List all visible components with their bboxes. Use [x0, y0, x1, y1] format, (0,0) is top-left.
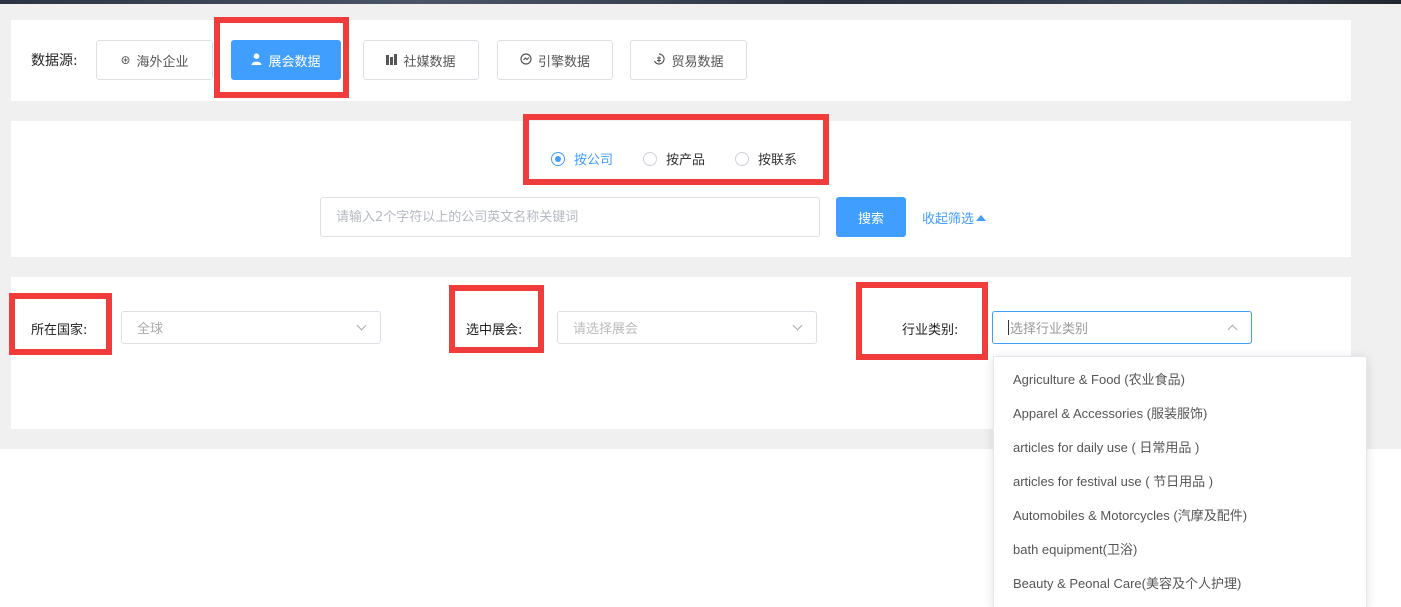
data-source-button-label: 展会数据 — [268, 54, 321, 70]
user-icon — [251, 53, 262, 67]
bar-chart-icon — [386, 53, 398, 67]
exhibition-select-placeholder: 请选择展会 — [573, 322, 639, 337]
data-source-panel: 数据源: ⊛ 海外企业 展会数据 社媒数据 引擎数据 贸易数据 — [11, 20, 1351, 101]
industry-dropdown: Agriculture & Food (农业食品) Apparel & Acce… — [993, 356, 1367, 607]
radio-dot — [551, 151, 565, 166]
text-cursor — [1008, 320, 1009, 335]
industry-option[interactable]: bath equipment(卫浴) — [994, 533, 1366, 567]
industry-option[interactable]: articles for festival use ( 节日用品 ) — [994, 465, 1366, 499]
country-filter-label: 所在国家: — [31, 323, 88, 338]
aperture-icon: ⊛ — [120, 53, 131, 67]
gauge-icon — [520, 53, 532, 67]
chevron-up-icon — [1227, 324, 1238, 335]
industry-select-input[interactable]: 选择行业类别 — [1008, 318, 1088, 337]
data-source-overseas-button[interactable]: ⊛ 海外企业 — [96, 40, 213, 80]
radio-label: 按公司 — [574, 153, 614, 168]
data-source-engine-button[interactable]: 引擎数据 — [497, 40, 613, 80]
data-source-trade-button[interactable]: 贸易数据 — [630, 40, 747, 80]
radio-label: 按产品 — [666, 153, 706, 168]
data-source-button-label: 社媒数据 — [403, 54, 456, 70]
radio-by-product[interactable]: 按产品 — [643, 149, 705, 168]
radio-dot — [735, 151, 750, 166]
data-source-label: 数据源: — [31, 53, 78, 69]
data-source-social-button[interactable]: 社媒数据 — [363, 40, 479, 80]
industry-select[interactable]: 选择行业类别 — [992, 311, 1252, 344]
collapse-filters-label: 收起筛选 — [922, 212, 975, 227]
radio-label: 按联系 — [758, 153, 798, 168]
search-panel: 按公司 按产品 按联系 搜索 收起筛选 — [11, 121, 1351, 257]
country-select[interactable]: 全球 — [121, 311, 381, 344]
company-search-input[interactable] — [320, 197, 820, 237]
radio-by-company[interactable]: 按公司 — [551, 149, 613, 168]
data-source-exhibition-button[interactable]: 展会数据 — [231, 40, 341, 80]
coin-icon — [653, 53, 666, 67]
data-source-button-label: 引擎数据 — [537, 54, 590, 70]
exhibition-filter-label: 选中展会: — [466, 323, 523, 338]
caret-up-icon — [976, 214, 987, 221]
country-select-value: 全球 — [137, 322, 164, 337]
chevron-down-icon — [356, 320, 367, 331]
search-button[interactable]: 搜索 — [836, 197, 906, 237]
industry-option[interactable]: Agriculture & Food (农业食品) — [994, 363, 1366, 397]
radio-dot — [643, 151, 658, 166]
search-mode-radio-group: 按公司 按产品 按联系 — [551, 149, 797, 168]
industry-option[interactable]: Automobiles & Motorcycles (汽摩及配件) — [994, 499, 1366, 533]
industry-option[interactable]: Beauty & Peonal Care(美容及个人护理) — [994, 567, 1366, 601]
collapse-filters-link[interactable]: 收起筛选 — [922, 208, 987, 227]
industry-option[interactable]: articles for daily use ( 日常用品 ) — [994, 431, 1366, 465]
radio-by-contact[interactable]: 按联系 — [735, 149, 797, 168]
industry-filter-label: 行业类别: — [902, 323, 959, 338]
exhibition-select[interactable]: 请选择展会 — [557, 311, 817, 344]
industry-option[interactable]: Apparel & Accessories (服装服饰) — [994, 397, 1366, 431]
data-source-button-label: 海外企业 — [136, 54, 189, 70]
chevron-down-icon — [792, 320, 803, 331]
industry-select-placeholder: 选择行业类别 — [1010, 322, 1089, 337]
data-source-button-label: 贸易数据 — [671, 54, 724, 70]
